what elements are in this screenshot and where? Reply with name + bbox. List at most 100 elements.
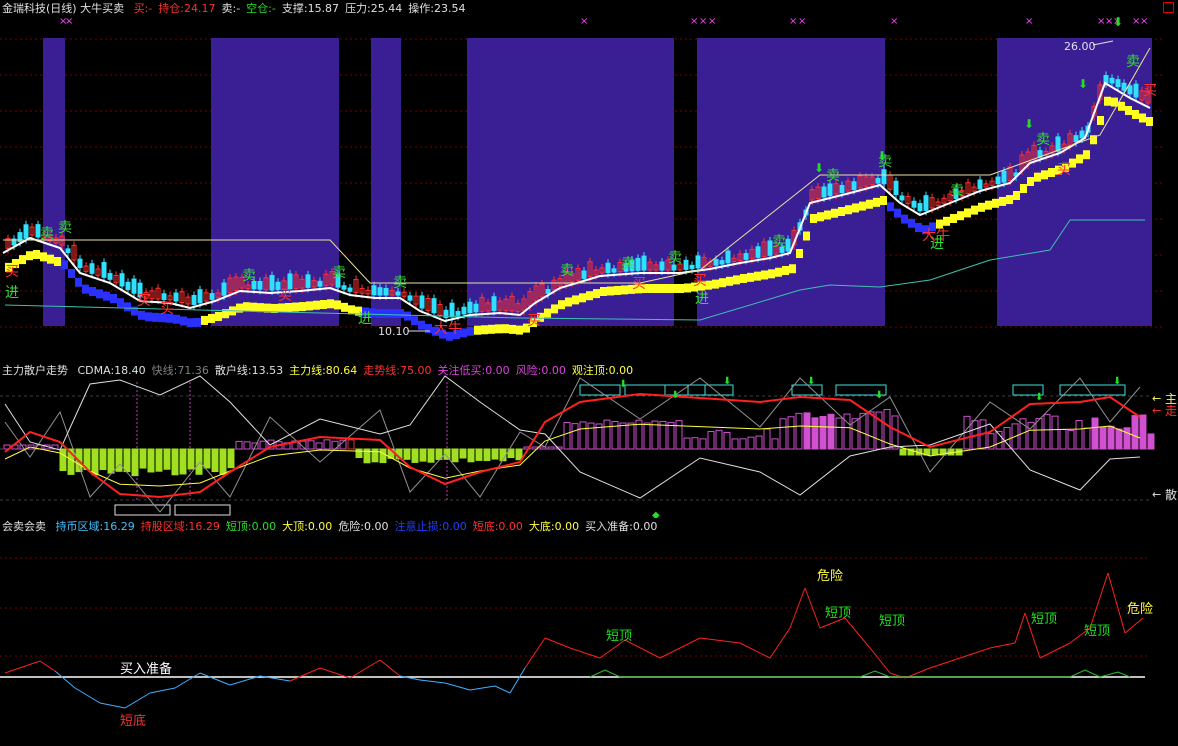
histogram-bar [243, 441, 251, 450]
histogram-bar [491, 448, 499, 460]
sell-signal: 卖 [393, 275, 407, 291]
legend-item: 支撑:15.87 [281, 2, 340, 15]
histogram-bar [403, 448, 411, 460]
support-band [208, 313, 215, 323]
histogram-bar [563, 421, 571, 450]
histogram-bar [355, 448, 363, 459]
support-band [1006, 195, 1013, 205]
candle-body [1055, 136, 1061, 152]
support-band [180, 316, 187, 326]
candle-body [119, 273, 125, 287]
main-force-chart[interactable]: ⬇⬇⬇ ⬇⬇ ⬇⬇◆← 主← 走← 散 [0, 362, 1178, 518]
candle-body [449, 302, 455, 318]
candle-body [851, 181, 857, 190]
legend-item: 操作:23.54 [408, 2, 466, 15]
histogram-bar [819, 415, 827, 450]
histogram-bar [667, 421, 675, 450]
histogram-bar [107, 448, 115, 474]
candle-body [785, 238, 791, 252]
support-band [971, 205, 978, 215]
support-band [278, 303, 285, 313]
support-band [614, 285, 621, 295]
buy-signal: 买 [632, 276, 646, 292]
support-band [467, 326, 474, 336]
candle-body [461, 306, 467, 315]
trend-segment [379, 659, 401, 677]
legend-item: 短底:0.00 [472, 520, 523, 533]
down-arrow-icon: ⬇ [671, 390, 679, 401]
trend-segment [199, 672, 231, 686]
histogram-bar [163, 448, 171, 470]
support-band [1013, 191, 1020, 200]
candle-body [1127, 85, 1133, 95]
down-arrow-icon: ⬇ [807, 376, 815, 387]
support-band [411, 316, 418, 326]
histogram-bar [1051, 415, 1059, 450]
support-band [418, 320, 425, 330]
sell-signal: 卖 [1126, 54, 1140, 70]
support-band [502, 324, 509, 334]
candle-body [977, 179, 983, 190]
support-band [1139, 113, 1146, 123]
histogram-bar [147, 448, 155, 473]
support-band [292, 302, 299, 312]
candle-body [257, 280, 263, 290]
histogram-bar [347, 439, 355, 450]
support-band [474, 325, 481, 335]
support-band [964, 208, 971, 218]
candle-body [1079, 130, 1085, 139]
support-band [544, 308, 551, 318]
enter-signal: 进 [358, 311, 372, 327]
histogram-bar [475, 448, 483, 461]
buy-signal: 买 [693, 273, 707, 289]
candle-body [923, 195, 929, 211]
histogram-bar [1091, 417, 1099, 450]
maximize-icon[interactable] [1163, 2, 1174, 13]
trend-segment [769, 627, 791, 659]
support-band [390, 309, 397, 318]
price-chart[interactable]: ×× × × × × × × × × × × × × ×卖 卖卖 卖卖卖卖卖卖卖卖卖卖卖买买 买买买买 买买买进进… [0, 0, 1178, 362]
main-force-panel[interactable]: ⬇ ⬇ ⬇ ⬇ ⬇ ⬇ ⬇ ◆ ← 主 ← 走 ← 散 主力散户走势 CDMA:18.40 快线:71.36… [0, 362, 1178, 518]
histogram-bar [459, 448, 467, 459]
legend-item: 买入准备:0.00 [585, 520, 658, 533]
candle-body [371, 285, 377, 296]
histogram-bar [451, 448, 459, 463]
indicator-title: 会卖会卖 [2, 520, 46, 533]
trend-segment [1107, 572, 1126, 634]
histogram-bar [707, 431, 715, 450]
price-chart-panel[interactable]: × × × × × × × × × × × × × × × 卖卖卖卖卖卖卖卖卖卖卖卖卖卖买买买买买买买买买进进… [0, 0, 1178, 362]
support-band [257, 303, 264, 313]
support-band [600, 287, 607, 296]
candle-body [659, 261, 665, 271]
signal-mark: × [699, 16, 707, 27]
histogram-bar [723, 431, 731, 450]
support-band [656, 284, 663, 293]
support-band [754, 271, 761, 281]
histogram-bar [763, 428, 771, 450]
support-band [495, 324, 502, 334]
histogram-bar [195, 448, 203, 475]
candle-body [209, 293, 215, 300]
histogram-bar [259, 440, 267, 450]
support-band [341, 302, 348, 312]
support-band [1076, 154, 1083, 164]
buy-signal: 买 [5, 264, 19, 280]
histogram-bar [715, 429, 723, 450]
support-band [201, 315, 208, 325]
buy-sell-chart[interactable]: 买入准备短底短顶短顶短顶 短顶短顶危险危险 [0, 518, 1178, 746]
histogram-bar [227, 448, 235, 469]
support-band [908, 218, 915, 228]
histogram-bar [931, 448, 939, 456]
trend-segment [149, 687, 176, 694]
histogram-bar [1147, 433, 1155, 450]
support-band [509, 324, 516, 334]
candle-body [431, 298, 437, 314]
candle-body [407, 295, 413, 301]
candle-body [689, 264, 695, 270]
candle-body [683, 259, 689, 270]
candle-body [317, 280, 323, 287]
support-band [551, 304, 558, 314]
buy-sell-panel[interactable]: 买入准备 短底 短顶 短顶 短顶 短顶 短顶 危险 危险 会卖会卖 持币区域:16.29 持股区域… [0, 518, 1178, 746]
candle-body [89, 263, 95, 274]
candle-body [419, 295, 425, 309]
